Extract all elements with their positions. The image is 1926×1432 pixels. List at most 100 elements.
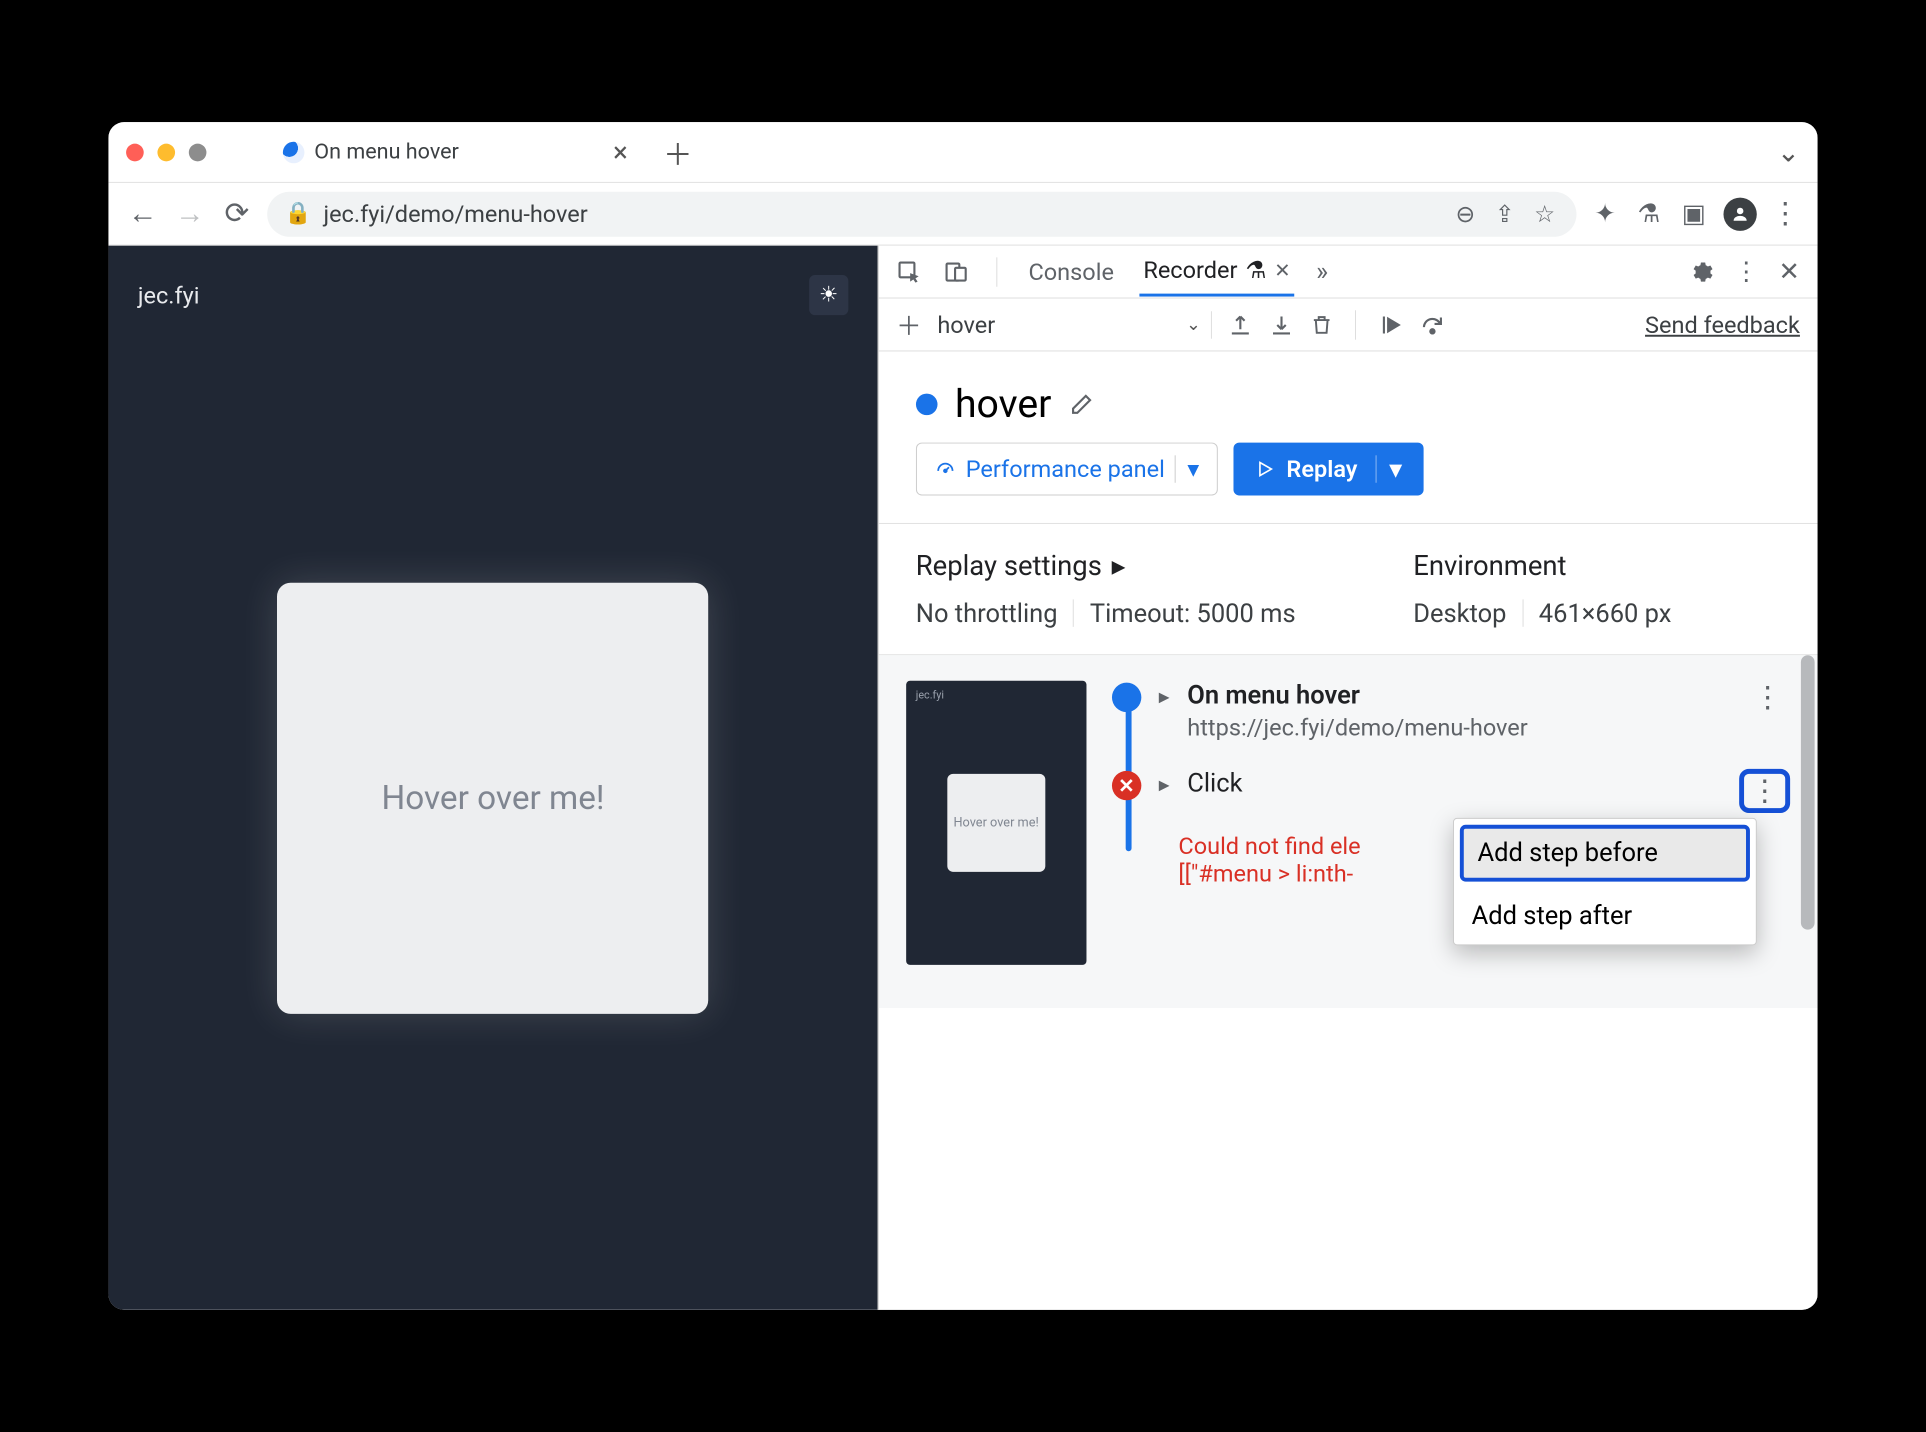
menu-item-add-step-after[interactable]: Add step after bbox=[1454, 888, 1756, 945]
step-context-menu: Add step before Add step after bbox=[1453, 818, 1757, 945]
tab-overflow-icon[interactable]: ⌄ bbox=[1777, 136, 1800, 168]
caret-right-icon: ▸ bbox=[1112, 549, 1126, 581]
recording-actions: Performance panel ▾ Replay ▾ bbox=[879, 443, 1818, 523]
step-marker-error-icon: ✕ bbox=[1112, 771, 1141, 800]
reload-icon[interactable]: ⟳ bbox=[220, 197, 253, 231]
caret-right-icon: ▸ bbox=[1159, 773, 1170, 813]
close-window-icon[interactable] bbox=[126, 143, 144, 161]
step-menu-icon[interactable]: ⋮ bbox=[1745, 681, 1790, 742]
step-navigate[interactable]: ▸ On menu hover https://jec.fyi/demo/men… bbox=[1112, 681, 1790, 742]
sidebar-icon[interactable]: ▣ bbox=[1678, 199, 1710, 228]
new-tab-button[interactable]: ＋ bbox=[655, 130, 700, 173]
menu-item-add-step-before[interactable]: Add step before bbox=[1460, 825, 1750, 882]
favicon-icon bbox=[283, 141, 305, 163]
maximize-window-icon[interactable] bbox=[189, 143, 207, 161]
zoom-icon[interactable]: ⊖ bbox=[1452, 200, 1480, 227]
omnibox[interactable]: 🔒 jec.fyi/demo/menu-hover ⊖ ⇪ ☆ bbox=[267, 191, 1577, 236]
separator bbox=[1355, 310, 1356, 339]
bookmark-icon[interactable]: ☆ bbox=[1530, 200, 1559, 227]
address-bar: ← → ⟳ 🔒 jec.fyi/demo/menu-hover ⊖ ⇪ ☆ ✦ … bbox=[108, 183, 1817, 246]
separator bbox=[996, 257, 997, 286]
step-play-icon[interactable] bbox=[1377, 312, 1402, 337]
recording-select-value: hover bbox=[937, 311, 995, 338]
send-feedback-link[interactable]: Send feedback bbox=[1645, 311, 1800, 338]
extensions-icon[interactable]: ✦ bbox=[1591, 199, 1620, 228]
step-url: https://jec.fyi/demo/menu-hover bbox=[1187, 714, 1527, 741]
environment-heading: Environment bbox=[1413, 549, 1671, 581]
environment-label: Environment bbox=[1413, 549, 1566, 581]
share-icon[interactable]: ⇪ bbox=[1491, 200, 1519, 227]
performance-panel-button[interactable]: Performance panel ▾ bbox=[916, 443, 1218, 496]
devtools-menu-icon[interactable]: ⋮ bbox=[1733, 257, 1758, 286]
browser-tab[interactable]: On menu hover × bbox=[269, 128, 641, 176]
labs-icon[interactable]: ⚗ bbox=[1633, 199, 1664, 228]
browser-menu-icon[interactable]: ⋮ bbox=[1771, 197, 1800, 231]
replay-settings-summary: No throttling Timeout: 5000 ms bbox=[916, 599, 1296, 628]
performance-panel-label: Performance panel bbox=[966, 455, 1165, 482]
device-value: Desktop bbox=[1413, 599, 1506, 628]
close-panel-icon[interactable]: ✕ bbox=[1274, 258, 1290, 282]
traffic-lights bbox=[126, 143, 206, 161]
recorder-body: hover Performance panel ▾ bbox=[879, 351, 1818, 1309]
chevron-down-icon[interactable]: ▾ bbox=[1375, 455, 1402, 482]
device-toggle-icon[interactable] bbox=[943, 259, 968, 284]
beaker-icon: ⚗ bbox=[1245, 256, 1266, 283]
recording-select[interactable]: hover ⌄ bbox=[937, 311, 1211, 338]
settings-icon[interactable] bbox=[1688, 259, 1713, 284]
page-brand: jec.fyi bbox=[138, 281, 200, 308]
inspect-icon[interactable] bbox=[896, 259, 921, 284]
recording-title: hover bbox=[955, 381, 1051, 427]
replay-button[interactable]: Replay ▾ bbox=[1233, 443, 1423, 496]
content-area: jec.fyi ☀ Hover over me! Console Recor bbox=[108, 246, 1817, 1310]
profile-avatar[interactable] bbox=[1723, 197, 1756, 230]
delete-icon[interactable] bbox=[1310, 312, 1334, 337]
steps-area: jec.fyi Hover over me! ▸ On menu hover bbox=[879, 655, 1818, 1008]
play-icon bbox=[1255, 459, 1275, 479]
tab-recorder[interactable]: Recorder ⚗ ✕ bbox=[1139, 247, 1294, 297]
close-devtools-icon[interactable]: ✕ bbox=[1779, 257, 1800, 286]
gauge-icon bbox=[934, 458, 956, 480]
url-text: jec.fyi/demo/menu-hover bbox=[323, 200, 1439, 227]
steps-timeline: ▸ On menu hover https://jec.fyi/demo/men… bbox=[1112, 681, 1790, 983]
devtools-panel: Console Recorder ⚗ ✕ » ⋮ ✕ ＋ bbox=[878, 246, 1818, 1310]
caret-right-icon: ▸ bbox=[1159, 685, 1170, 742]
hover-card[interactable]: Hover over me! bbox=[277, 582, 708, 1013]
viewport-value: 461×660 px bbox=[1539, 599, 1672, 628]
forward-icon: → bbox=[173, 197, 206, 231]
replay-settings-label: Replay settings bbox=[916, 549, 1102, 581]
tab-console[interactable]: Console bbox=[1025, 248, 1118, 295]
tab-recorder-label: Recorder bbox=[1143, 256, 1237, 283]
chevron-down-icon: ⌄ bbox=[1186, 314, 1201, 335]
theme-toggle-icon[interactable]: ☀ bbox=[809, 275, 848, 315]
throttling-value: No throttling bbox=[916, 599, 1058, 628]
lock-icon: 🔒 bbox=[285, 202, 312, 227]
hover-card-text: Hover over me! bbox=[381, 778, 604, 817]
settings-panel: Replay settings ▸ No throttling Timeout:… bbox=[879, 523, 1818, 655]
chevron-down-icon[interactable]: ▾ bbox=[1175, 455, 1200, 482]
environment-col: Environment Desktop 461×660 px bbox=[1413, 549, 1671, 628]
new-recording-icon[interactable]: ＋ bbox=[896, 306, 921, 342]
close-tab-icon[interactable]: × bbox=[613, 136, 628, 168]
step-over-icon[interactable] bbox=[1419, 312, 1446, 337]
more-tabs-icon[interactable]: » bbox=[1316, 257, 1328, 286]
page-header: jec.fyi ☀ bbox=[138, 275, 848, 315]
back-icon[interactable]: ← bbox=[126, 197, 159, 231]
thumb-card-text: Hover over me! bbox=[953, 815, 1038, 830]
recording-title-row: hover bbox=[879, 351, 1818, 442]
timeout-value: Timeout: 5000 ms bbox=[1090, 599, 1296, 628]
thumb-card: Hover over me! bbox=[947, 774, 1045, 872]
step-menu-icon[interactable]: ⋮ bbox=[1739, 769, 1790, 813]
divider bbox=[1522, 599, 1523, 626]
replay-settings-heading[interactable]: Replay settings ▸ bbox=[916, 549, 1296, 581]
recorder-toolbar: ＋ hover ⌄ bbox=[879, 299, 1818, 352]
replay-settings-col: Replay settings ▸ No throttling Timeout:… bbox=[916, 549, 1296, 628]
minimize-window-icon[interactable] bbox=[157, 143, 175, 161]
scrollbar[interactable] bbox=[1801, 655, 1815, 929]
recording-status-dot bbox=[916, 393, 938, 415]
step-click[interactable]: ✕ ▸ Click ⋮ bbox=[1112, 769, 1790, 813]
import-icon[interactable] bbox=[1269, 312, 1294, 337]
export-icon[interactable] bbox=[1227, 312, 1252, 337]
rendered-page: jec.fyi ☀ Hover over me! bbox=[108, 246, 877, 1310]
edit-title-icon[interactable] bbox=[1069, 391, 1094, 416]
screenshot-thumbnail[interactable]: jec.fyi Hover over me! bbox=[906, 681, 1086, 965]
